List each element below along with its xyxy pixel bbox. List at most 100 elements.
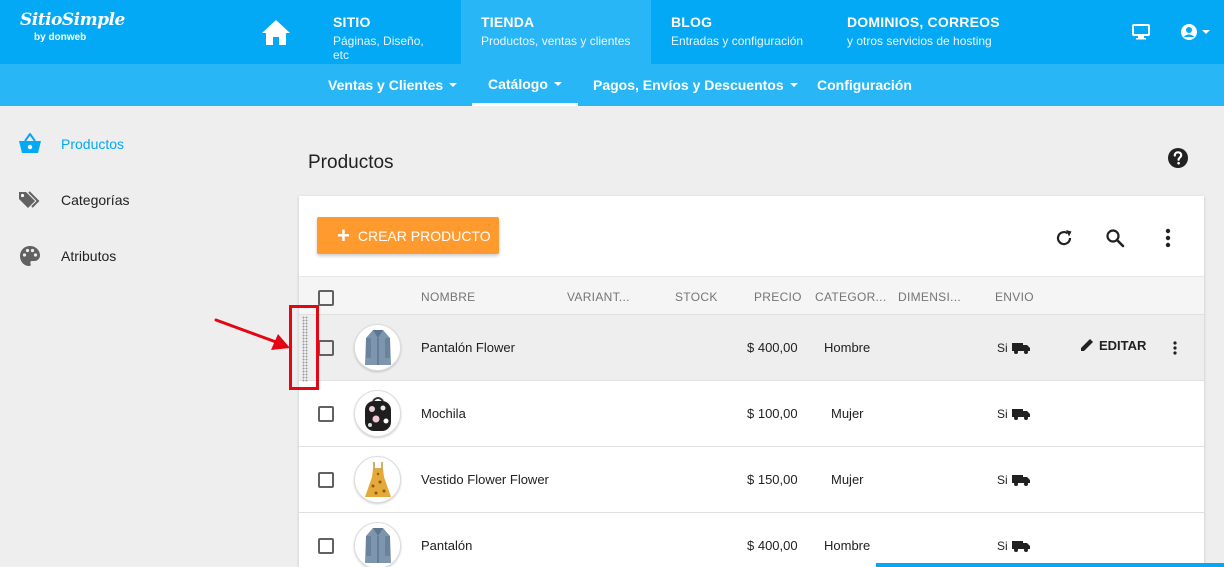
sitiosimple-logo[interactable]: SitioSimple by donweb <box>20 10 125 50</box>
shipping-label: Si <box>997 341 1008 355</box>
product-category: Mujer <box>831 406 864 421</box>
subnav-ventas[interactable]: Ventas y Clientes <box>312 64 473 106</box>
refresh-icon[interactable] <box>1052 226 1076 250</box>
col-categoria[interactable]: CATEGOR... <box>815 290 886 304</box>
subnav-configuracion-label: Configuración <box>817 77 912 93</box>
table-row[interactable]: Pantalón Flower $ 400,00 Hombre Si EDITA… <box>299 315 1204 381</box>
col-envio[interactable]: ENVIO <box>995 290 1034 304</box>
sidebar-item-categorias[interactable]: Categorías <box>18 184 129 216</box>
nav-tienda-title: TIENDA <box>481 14 535 30</box>
bottom-accent-bar <box>876 563 1224 567</box>
shipping-label: Si <box>997 473 1008 487</box>
row-checkbox[interactable] <box>318 340 334 356</box>
shipping-label: Si <box>997 407 1008 421</box>
row-checkbox[interactable] <box>318 406 334 422</box>
subnav-ventas-label: Ventas y Clientes <box>328 77 444 93</box>
col-nombre[interactable]: NOMBRE <box>421 290 475 304</box>
product-name: Mochila <box>421 406 466 421</box>
top-navbar: SitioSimple by donweb SITIO Páginas, Dis… <box>0 0 1224 64</box>
brand-name: SitioSimple <box>20 10 125 30</box>
product-name: Vestido Flower Flower <box>421 472 549 487</box>
product-image-backpack <box>354 390 401 437</box>
basket-icon <box>18 132 42 156</box>
product-category: Hombre <box>824 340 871 355</box>
col-variantes[interactable]: VARIANT... <box>567 290 630 304</box>
product-shipping: Si <box>997 539 1030 553</box>
plus-icon: + <box>337 222 350 248</box>
palette-icon <box>18 244 42 268</box>
account-menu-icon[interactable] <box>1178 20 1214 44</box>
product-name: Pantalón <box>421 538 473 553</box>
table-row[interactable]: Pantalón $ 400,00 Hombre Si <box>299 513 1204 567</box>
nav-sitio-title: SITIO <box>333 14 371 30</box>
nav-sitio-subtitle: Páginas, Diseño, etc <box>333 34 424 62</box>
nav-blog-title: BLOG <box>671 14 713 30</box>
subnav-catalogo[interactable]: Catálogo <box>472 64 578 106</box>
annotation-highlight-box <box>289 305 319 390</box>
nav-blog-subtitle: Entradas y configuración <box>671 34 804 48</box>
product-category: Mujer <box>831 472 864 487</box>
sub-navbar: Ventas y Clientes Catálogo Pagos, Envíos… <box>0 64 1224 106</box>
home-icon[interactable] <box>254 10 298 54</box>
row-checkbox[interactable] <box>318 472 334 488</box>
product-category: Hombre <box>824 538 871 553</box>
products-card: + CREAR PRODUCTO NOMBRE VARIANT... STOCK… <box>299 196 1204 567</box>
search-icon[interactable] <box>1103 226 1127 250</box>
pencil-icon <box>1081 339 1093 351</box>
annotation-arrow-icon <box>214 318 290 350</box>
row-checkbox[interactable] <box>318 538 334 554</box>
select-all-checkbox[interactable] <box>318 290 334 306</box>
subnav-catalogo-label: Catálogo <box>488 75 548 92</box>
product-image-jacket <box>354 522 401 567</box>
nav-tienda[interactable]: TIENDA Productos, ventas y clientes <box>461 0 651 64</box>
product-price: $ 400,00 <box>747 340 798 355</box>
edit-label: EDITAR <box>1099 337 1147 353</box>
nav-tienda-subtitle: Productos, ventas y clientes <box>481 34 631 48</box>
caret-down-icon <box>789 83 798 87</box>
col-dimensiones[interactable]: DIMENSI... <box>898 290 961 304</box>
caret-down-icon <box>553 81 562 86</box>
brand-by: by donweb <box>34 32 87 43</box>
nav-sitio[interactable]: SITIO Páginas, Diseño, etc <box>313 0 461 64</box>
truck-icon <box>1011 475 1030 486</box>
sidebar-label-productos: Productos <box>61 136 125 152</box>
col-precio[interactable]: PRECIO <box>754 290 802 304</box>
product-shipping: Si <box>997 341 1030 355</box>
nav-dominios-subtitle: y otros servicios de hosting <box>847 34 992 48</box>
product-price: $ 100,00 <box>747 406 798 421</box>
product-image-dress <box>354 456 401 503</box>
sidebar-item-atributos[interactable]: Atributos <box>18 240 116 272</box>
sidebar-label-atributos: Atributos <box>61 248 117 264</box>
nav-blog[interactable]: BLOG Entradas y configuración <box>651 0 827 64</box>
product-name: Pantalón Flower <box>421 340 515 355</box>
col-stock[interactable]: STOCK <box>675 290 718 304</box>
caret-down-icon <box>449 83 458 87</box>
desktop-icon[interactable] <box>1129 20 1153 44</box>
truck-icon <box>1011 541 1030 552</box>
subnav-pagos-label: Pagos, Envíos y Descuentos <box>593 77 784 93</box>
create-product-label: CREAR PRODUCTO <box>357 227 491 244</box>
product-shipping: Si <box>997 473 1030 487</box>
product-shipping: Si <box>997 407 1030 421</box>
nav-dominios-title: DOMINIOS, CORREOS <box>847 14 1000 30</box>
subnav-configuracion[interactable]: Configuración <box>801 64 928 106</box>
truck-icon <box>1011 343 1030 354</box>
sidebar-label-categorias: Categorías <box>61 192 130 208</box>
row-more-vert-icon[interactable] <box>1163 336 1187 360</box>
product-price: $ 150,00 <box>747 472 798 487</box>
subnav-pagos[interactable]: Pagos, Envíos y Descuentos <box>577 64 814 106</box>
more-vert-icon[interactable] <box>1156 226 1180 250</box>
sidebar-item-productos[interactable]: Productos <box>18 128 124 160</box>
table-header: NOMBRE VARIANT... STOCK PRECIO CATEGOR..… <box>299 276 1204 315</box>
table-row[interactable]: Mochila $ 100,00 Mujer Si <box>299 381 1204 447</box>
nav-dominios[interactable]: DOMINIOS, CORREOS y otros servicios de h… <box>827 0 1027 64</box>
help-icon[interactable] <box>1166 146 1190 170</box>
product-price: $ 400,00 <box>747 538 798 553</box>
edit-button[interactable]: EDITAR <box>1079 337 1146 353</box>
page-title: Productos <box>308 152 394 173</box>
truck-icon <box>1011 409 1030 420</box>
product-image-jacket <box>354 324 401 371</box>
tags-icon <box>18 188 42 212</box>
table-row[interactable]: Vestido Flower Flower $ 150,00 Mujer Si <box>299 447 1204 513</box>
create-product-button[interactable]: + CREAR PRODUCTO <box>317 217 499 254</box>
